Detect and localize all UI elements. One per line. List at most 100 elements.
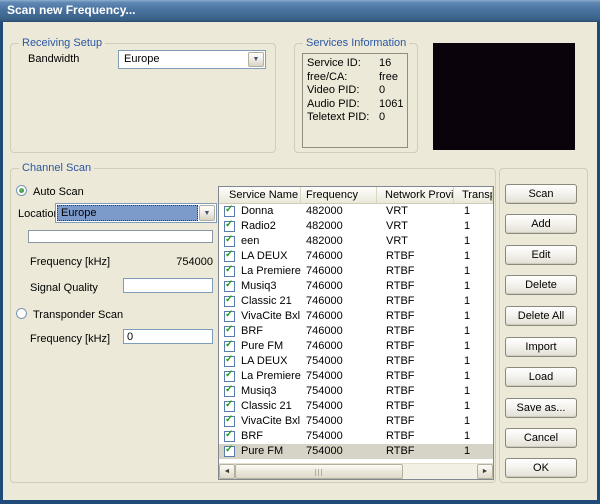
row-checkbox[interactable]: ✓ (224, 416, 235, 427)
edit-button[interactable]: Edit (505, 245, 577, 265)
network-provider-cell: RTBF (377, 339, 454, 354)
service-info-value: 1061 (379, 98, 403, 112)
delete-all-button[interactable]: Delete All (505, 306, 577, 326)
network-provider-cell: VRT (377, 219, 454, 234)
frequency-cell: 746000 (301, 339, 377, 354)
table-row[interactable]: ✓BRF754000RTBF1 (219, 429, 493, 444)
table-row[interactable]: ✓La Premiere746000RTBF1 (219, 264, 493, 279)
transponder-cell: 1 (454, 429, 493, 444)
row-checkbox[interactable]: ✓ (224, 251, 235, 262)
service-name-cell: ✓Musiq3 (219, 384, 301, 399)
cancel-button[interactable]: Cancel (505, 428, 577, 448)
table-row[interactable]: ✓Musiq3746000RTBF1 (219, 279, 493, 294)
row-checkbox[interactable]: ✓ (224, 311, 235, 322)
transponder-cell: 1 (454, 414, 493, 429)
bandwidth-combobox[interactable]: Europe ▼ (118, 50, 266, 69)
signal-quality-label: Signal Quality (30, 282, 98, 294)
horizontal-scrollbar[interactable]: ◄ ► (219, 463, 493, 479)
network-provider-cell: RTBF (377, 384, 454, 399)
table-row[interactable]: ✓Donna482000VRT1 (219, 204, 493, 219)
location-dropdown-arrow-icon[interactable]: ▼ (199, 205, 215, 221)
table-row[interactable]: ✓een482000VRT1 (219, 234, 493, 249)
scroll-left-icon[interactable]: ◄ (219, 464, 235, 479)
scan-button[interactable]: Scan (505, 184, 577, 204)
transponder-scan-radio[interactable] (16, 308, 27, 319)
service-info-label: Audio PID: (307, 98, 360, 110)
frequency-cell: 754000 (301, 399, 377, 414)
service-info-row: Video PID:0 (303, 84, 407, 98)
scrollbar-thumb[interactable] (235, 464, 403, 479)
service-name-text: VivaCite Bxl (241, 414, 300, 429)
transponder-cell: 1 (454, 294, 493, 309)
frequency-cell: 482000 (301, 204, 377, 219)
transponder-cell: 1 (454, 324, 493, 339)
frequency-cell: 754000 (301, 429, 377, 444)
row-checkbox[interactable]: ✓ (224, 206, 235, 217)
bandwidth-dropdown-arrow-icon[interactable]: ▼ (248, 52, 264, 67)
signal-quality-input[interactable] (123, 278, 213, 293)
window-title: Scan new Frequency... (7, 3, 135, 17)
column-header-transponder[interactable]: Transpo (454, 187, 493, 203)
add-button[interactable]: Add (505, 214, 577, 234)
row-checkbox[interactable]: ✓ (224, 431, 235, 442)
service-name-cell: ✓Pure FM (219, 339, 301, 354)
table-row[interactable]: ✓Radio2482000VRT1 (219, 219, 493, 234)
table-row[interactable]: ✓Pure FM746000RTBF1 (219, 339, 493, 354)
transponder-cell: 1 (454, 204, 493, 219)
row-checkbox[interactable]: ✓ (224, 281, 235, 292)
column-header-frequency[interactable]: Frequency (301, 187, 377, 203)
service-name-text: Classic 21 (241, 399, 292, 414)
checkmark-icon: ✓ (225, 339, 233, 350)
import-button[interactable]: Import (505, 337, 577, 357)
load-button[interactable]: Load (505, 367, 577, 387)
frequency-cell: 754000 (301, 354, 377, 369)
network-provider-cell: RTBF (377, 399, 454, 414)
table-row[interactable]: ✓Pure FM754000RTBF1 (219, 444, 493, 459)
service-name-text: Donna (241, 204, 273, 219)
transponder-frequency-input[interactable] (123, 329, 213, 344)
frequency-cell: 754000 (301, 414, 377, 429)
service-name-cell: ✓BRF (219, 429, 301, 444)
row-checkbox[interactable]: ✓ (224, 221, 235, 232)
row-checkbox[interactable]: ✓ (224, 371, 235, 382)
scroll-right-icon[interactable]: ► (477, 464, 493, 479)
row-checkbox[interactable]: ✓ (224, 401, 235, 412)
row-checkbox[interactable]: ✓ (224, 266, 235, 277)
window-title-bar[interactable]: Scan new Frequency... (0, 0, 600, 22)
table-row[interactable]: ✓La Premiere754000RTBF1 (219, 369, 493, 384)
service-name-text: LA DEUX (241, 354, 287, 369)
service-info-row: free/CA:free (303, 71, 407, 85)
row-checkbox[interactable]: ✓ (224, 446, 235, 457)
table-row[interactable]: ✓Musiq3754000RTBF1 (219, 384, 493, 399)
table-row[interactable]: ✓Classic 21754000RTBF1 (219, 399, 493, 414)
checkmark-icon: ✓ (225, 324, 233, 335)
service-name-text: La Premiere (241, 264, 301, 279)
checkmark-icon: ✓ (225, 354, 233, 365)
auto-scan-radio[interactable] (16, 185, 27, 196)
row-checkbox[interactable]: ✓ (224, 296, 235, 307)
save-as-button[interactable]: Save as... (505, 398, 577, 418)
table-row[interactable]: ✓BRF746000RTBF1 (219, 324, 493, 339)
service-info-value: 0 (379, 111, 385, 125)
ok-button[interactable]: OK (505, 458, 577, 478)
checkmark-icon: ✓ (225, 369, 233, 380)
table-row[interactable]: ✓Classic 21746000RTBF1 (219, 294, 493, 309)
service-list: Service Name Frequency Network Provider … (218, 186, 494, 480)
transponder-cell: 1 (454, 384, 493, 399)
table-row[interactable]: ✓VivaCite Bxl754000RTBF1 (219, 414, 493, 429)
delete-button[interactable]: Delete (505, 275, 577, 295)
row-checkbox[interactable]: ✓ (224, 386, 235, 397)
location-combobox[interactable]: Europe ▼ (55, 203, 217, 223)
row-checkbox[interactable]: ✓ (224, 236, 235, 247)
checkmark-icon: ✓ (225, 444, 233, 455)
row-checkbox[interactable]: ✓ (224, 326, 235, 337)
service-name-text: La Premiere (241, 369, 301, 384)
table-row[interactable]: ✓VivaCite Bxl746000RTBF1 (219, 309, 493, 324)
table-row[interactable]: ✓LA DEUX754000RTBF1 (219, 354, 493, 369)
row-checkbox[interactable]: ✓ (224, 341, 235, 352)
frequency-cell: 746000 (301, 279, 377, 294)
row-checkbox[interactable]: ✓ (224, 356, 235, 367)
table-row[interactable]: ✓LA DEUX746000RTBF1 (219, 249, 493, 264)
column-header-service-name[interactable]: Service Name (219, 187, 301, 203)
column-header-network-provider[interactable]: Network Provider (377, 187, 454, 203)
